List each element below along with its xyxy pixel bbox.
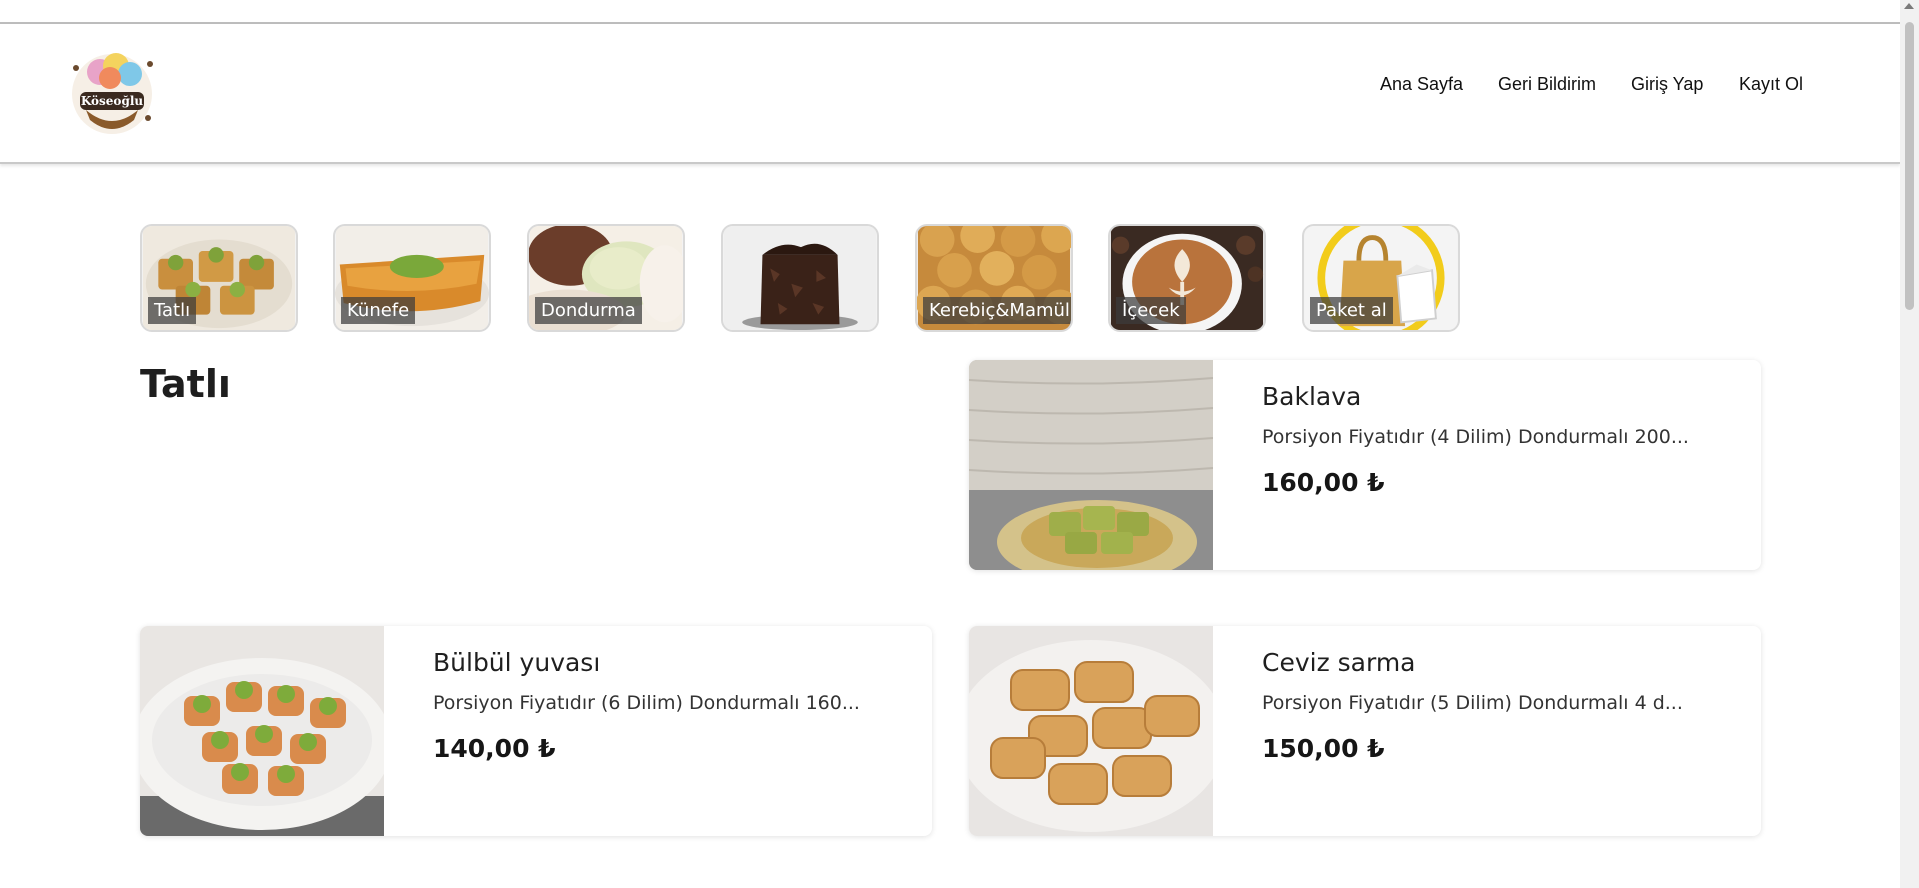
product-name: Bülbül yuvası [433, 648, 601, 677]
product-description: Porsiyon Fiyatıdır (4 Dilim) Dondurmalı … [1262, 426, 1689, 448]
nav-home-link[interactable]: Ana Sayfa [1380, 74, 1463, 95]
product-price: 160,00 ₺ [1262, 468, 1385, 497]
product-card-ceviz-sarma[interactable]: Ceviz sarma Porsiyon Fiyatıdır (5 Dilim)… [969, 626, 1761, 836]
page-scrollbar[interactable] [1900, 0, 1919, 888]
category-cake[interactable] [721, 224, 879, 332]
product-card-bulbul-yuvasi[interactable]: Bülbül yuvası Porsiyon Fiyatıdır (6 Dili… [140, 626, 932, 836]
category-kunefe[interactable]: Künefe [333, 224, 491, 332]
category-label: Künefe [341, 297, 416, 324]
scroll-up-arrow-icon[interactable] [1904, 3, 1914, 9]
ceviz-sarma-photo-icon [969, 626, 1213, 836]
category-tatli[interactable]: Tatlı [140, 224, 298, 332]
product-card-baklava[interactable]: Baklava Porsiyon Fiyatıdır (4 Dilim) Don… [969, 360, 1761, 570]
product-description: Porsiyon Fiyatıdır (5 Dilim) Dondurmalı … [1262, 692, 1683, 714]
scrollbar-thumb[interactable] [1905, 22, 1914, 310]
category-dondurma[interactable]: Dondurma [527, 224, 685, 332]
category-kerebic[interactable]: Kerebiç&Mamül [915, 224, 1073, 332]
baklava-photo-icon [969, 360, 1213, 570]
product-price: 150,00 ₺ [1262, 734, 1385, 763]
bulbul-yuvasi-photo-icon [140, 626, 384, 836]
category-label: Kerebiç&Mamül [923, 297, 1071, 324]
nav-register-link[interactable]: Kayıt Ol [1739, 74, 1803, 95]
main-nav: Ana Sayfa Geri Bildirim Giriş Yap Kayıt … [0, 74, 1900, 104]
site-header: Köseoğlu Ana Sayfa Geri Bildirim Giriş Y… [0, 24, 1900, 164]
product-description: Porsiyon Fiyatıdır (6 Dilim) Dondurmalı … [433, 692, 860, 714]
category-label: Paket al [1310, 297, 1393, 324]
product-image [969, 626, 1213, 836]
nav-feedback-link[interactable]: Geri Bildirim [1498, 74, 1596, 95]
category-label: Tatlı [148, 297, 197, 324]
category-bar: Tatlı Künefe Dondurma Kerebiç&Mamül İçec… [140, 224, 1480, 334]
category-label: Dondurma [535, 297, 642, 324]
section-title: Tatlı [140, 362, 231, 406]
product-name: Baklava [1262, 382, 1362, 411]
chocolate-cake-thumbnail-icon [723, 226, 877, 330]
nav-login-link[interactable]: Giriş Yap [1631, 74, 1703, 95]
product-image [969, 360, 1213, 570]
category-icecek[interactable]: İçecek [1108, 224, 1266, 332]
product-name: Ceviz sarma [1262, 648, 1416, 677]
product-image [140, 626, 384, 836]
product-price: 140,00 ₺ [433, 734, 556, 763]
category-paket-al[interactable]: Paket al [1302, 224, 1460, 332]
category-label: İçecek [1116, 297, 1186, 324]
